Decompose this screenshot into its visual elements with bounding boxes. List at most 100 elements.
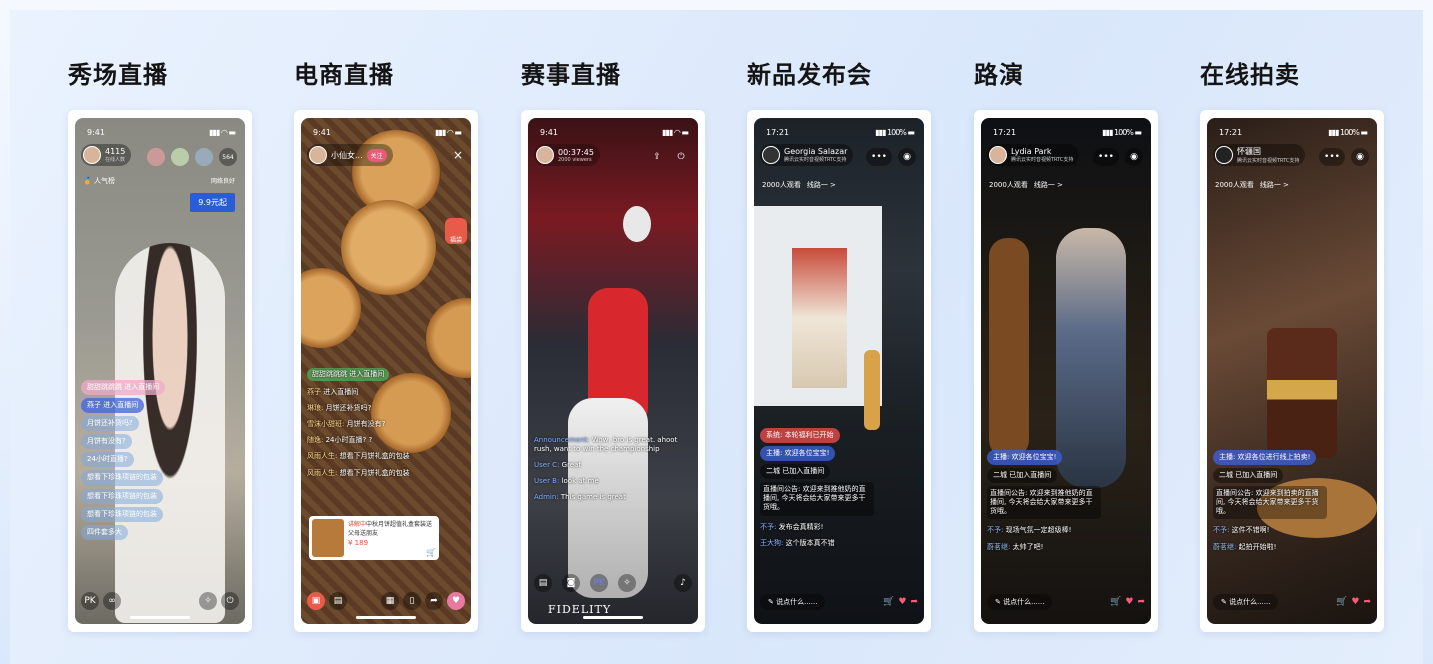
chat-text: 太帅了吧! (1012, 542, 1044, 551)
power-icon[interactable]: ⏻ (221, 592, 239, 610)
viewer-count: 4115 (105, 147, 126, 156)
comment-icon[interactable]: ▤ (329, 592, 347, 610)
home-indicator (356, 616, 416, 619)
close-icon[interactable]: × (453, 148, 463, 162)
record-icon[interactable]: ◉ (1351, 148, 1369, 166)
share-icon[interactable]: ➦ (1363, 597, 1371, 607)
like-icon[interactable]: ♥ (1351, 597, 1359, 607)
audience-avatar[interactable] (195, 148, 213, 166)
phone-screen-showroom: 9:41 ▮▮▮ ◠ ▬ 4115 在线人数 564 🏅 人气榜 网络良好 9.9元… (75, 118, 245, 624)
host-card[interactable]: Lydia Park 腾讯云实时音视频TRTC支持 (987, 144, 1080, 166)
viewer-count: 2000人观看 (1215, 181, 1254, 189)
rank-badge[interactable]: 🏅 人气榜 (83, 176, 115, 186)
pk-icon[interactable]: PK (590, 574, 608, 592)
signal-icon: ▮▮▮ 100% ▬ (1102, 128, 1142, 137)
product-tag: 讲解中 (348, 521, 367, 528)
chat-user: 雪沫小甜班: (307, 420, 345, 429)
chat-user: 随逸: (307, 436, 324, 445)
phone-card: 9:41 ▮▮▮ ◠ ▬ 小仙女... 关注 × 福袋 甜甜跳跳跳 进入直播间 燕… (294, 110, 478, 632)
slide-image (792, 248, 847, 388)
notice-message: 直播间公告: 欢迎来到推他奶的直播间, 今天将会给大家带来更多干货哦。 (760, 482, 874, 516)
host-avatar (762, 146, 780, 164)
phone-card: 9:41 ▮▮▮ ◠ ▬ 00:37:45 2000 viewers ⇪ ⏻ Ann… (521, 110, 705, 632)
gift-bag-icon[interactable]: 福袋 (445, 218, 467, 244)
chat-text: 现场气氛一定超级棒! (1005, 526, 1072, 535)
host-card[interactable]: 小仙女... 关注 (307, 144, 393, 166)
chat-user: 风雨人生: (307, 468, 338, 477)
host-card[interactable]: 4115 在线人数 (81, 144, 132, 166)
cart-icon[interactable]: 🛒 (426, 548, 436, 557)
cart-icon[interactable]: 🛒 (1336, 597, 1347, 607)
like-icon[interactable]: ♥ (1125, 597, 1133, 607)
chat-message: 想看下珍珠项链的包装 (81, 470, 163, 486)
phone-screen-launch: 17:21 ▮▮▮ 100% ▬ Georgia Salazar 腾讯云实时音视频T… (754, 118, 924, 624)
audience-avatar[interactable] (147, 148, 165, 166)
share-icon[interactable]: ➦ (1137, 597, 1145, 607)
notice-message: 直播间公告: 欢迎来到拍卖的直播间, 今天将会给大家带来更多干货哦。 (1213, 486, 1327, 520)
promo-banner[interactable]: 9.9元起 (190, 193, 235, 212)
chat-user: Admin: (534, 493, 559, 502)
host-avatar (83, 146, 101, 164)
chat-text: This game is great (560, 493, 626, 502)
host-name: Lydia Park (1011, 147, 1052, 156)
route-selector[interactable]: 线路一 > (1034, 180, 1063, 190)
route-selector[interactable]: 线路一 > (1260, 180, 1289, 190)
like-icon[interactable]: ♥ (898, 597, 906, 607)
column-title: 路演 (974, 61, 1024, 89)
notice-message: 直播间公告: 欢迎来到推他奶的直播间, 今天将会给大家带来更多干货哦。 (987, 486, 1101, 520)
comment-input[interactable]: ✎ 说点什么...... (1213, 594, 1279, 610)
chat-user: User B: (534, 477, 560, 486)
record-icon[interactable]: ◉ (1125, 148, 1143, 166)
like-icon[interactable]: ♥ (447, 592, 465, 610)
chat-message: 24小时直播? (81, 452, 134, 468)
share-icon[interactable]: ➦ (910, 597, 918, 607)
audience-count[interactable]: 564 (219, 148, 237, 166)
host-message: 主播: 欢迎各位宝宝! (987, 450, 1063, 466)
comment-input[interactable]: ✎ 说点什么...... (760, 594, 826, 610)
phone-screen-auction: 17:21 ▮▮▮ 100% ▬ 怀疆国 腾讯云实时音视频TRTC支持 ••• ◉ 2… (1207, 118, 1377, 624)
status-time: 17:21 (1219, 128, 1243, 137)
status-time: 17:21 (766, 128, 790, 137)
status-time: 9:41 (87, 128, 105, 137)
more-icon[interactable]: ••• (866, 148, 892, 166)
power-icon[interactable]: ⏻ (672, 148, 690, 166)
follow-button[interactable]: 关注 (366, 148, 387, 162)
more-icon[interactable]: ••• (1319, 148, 1345, 166)
record-icon[interactable]: ◉ (898, 148, 916, 166)
product-card[interactable]: 讲解中中秋月饼超值礼盒套装送父母送朋友 ¥ 189 🛒 (309, 516, 439, 560)
status-time: 9:41 (540, 128, 558, 137)
share-icon[interactable]: ➦ (425, 592, 443, 610)
chat-user: 王大狗: (760, 538, 784, 547)
pk-icon[interactable]: PK (81, 592, 99, 610)
phone-card: 9:41 ▮▮▮ ◠ ▬ 4115 在线人数 564 🏅 人气榜 网络良好 9.9元… (68, 110, 252, 632)
music-icon[interactable]: ♪ (674, 574, 692, 592)
host-message: 主播: 欢迎各位宝宝! (760, 446, 836, 462)
host-avatar (989, 146, 1007, 164)
share-icon[interactable]: ⇪ (648, 148, 666, 166)
column-title: 新品发布会 (747, 61, 872, 89)
chat-text: 月饼还补货吗? (325, 404, 372, 413)
effects-icon[interactable]: ✧ (618, 574, 636, 592)
comment-icon[interactable]: ▤ (534, 574, 552, 592)
shop-bag-icon[interactable]: ▣ (307, 592, 325, 610)
chat-message: 想看下珍珠项链的包装 (81, 488, 163, 504)
camera-icon[interactable]: ◙ (562, 574, 580, 592)
cart-icon[interactable]: 🛒 (883, 597, 894, 607)
comment-input[interactable]: ✎ 说点什么...... (987, 594, 1053, 610)
mirror-icon[interactable]: ▯ (403, 592, 421, 610)
route-selector[interactable]: 线路一 > (807, 180, 836, 190)
pencil-icon: ✎ (995, 598, 1001, 606)
host-card[interactable]: 怀疆国 腾讯云实时音视频TRTC支持 (1213, 144, 1306, 166)
status-time: 9:41 (313, 128, 331, 137)
menu-icon[interactable]: ▦ (381, 592, 399, 610)
host-card[interactable]: Georgia Salazar 腾讯云实时音视频TRTC支持 (760, 144, 854, 166)
cart-icon[interactable]: 🛒 (1110, 597, 1121, 607)
host-card[interactable]: 00:37:45 2000 viewers (534, 144, 600, 166)
chat-message: 燕子 进入直播间 (81, 398, 145, 414)
audience-avatar[interactable] (171, 148, 189, 166)
more-icon[interactable]: ••• (1093, 148, 1119, 166)
effects-icon[interactable]: ✧ (199, 592, 217, 610)
home-indicator (583, 616, 643, 619)
viewer-count: 2000 viewers (558, 156, 592, 163)
link-icon[interactable]: ∞ (103, 592, 121, 610)
